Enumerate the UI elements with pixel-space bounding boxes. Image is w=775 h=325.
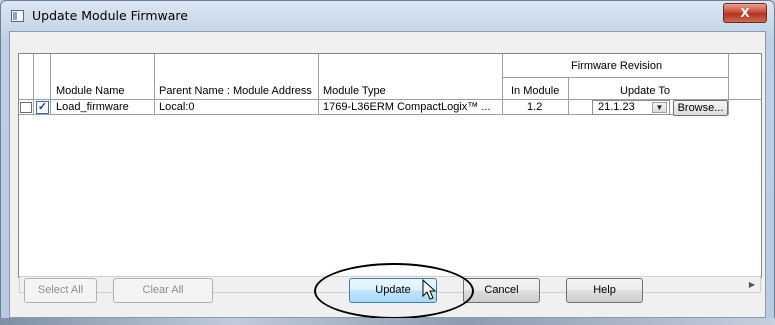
window-icon: [11, 10, 24, 22]
column-divider: [318, 54, 319, 115]
dialog-content: Module Name Parent Name : Module Address…: [9, 31, 766, 318]
header-in-module[interactable]: In Module: [511, 85, 559, 97]
column-divider: [502, 54, 503, 115]
title-bar[interactable]: Update Module Firmware X: [1, 1, 774, 31]
header-module-type[interactable]: Module Type: [323, 85, 386, 97]
column-divider: [154, 54, 155, 115]
update-module-firmware-window: Update Module Firmware X Module Name Par…: [0, 0, 775, 325]
header-parent-name[interactable]: Parent Name : Module Address: [159, 85, 312, 97]
scroll-right-icon[interactable]: ▶: [744, 277, 760, 292]
module-grid[interactable]: Module Name Parent Name : Module Address…: [18, 53, 762, 278]
cell-module-type[interactable]: 1769-L36ERM CompactLogix™ ...: [323, 100, 491, 114]
header-module-name[interactable]: Module Name: [56, 85, 124, 97]
column-divider: [728, 54, 729, 115]
firmware-header-separator: [502, 77, 728, 78]
close-button[interactable]: X: [723, 3, 767, 23]
background-strip: [0, 318, 775, 325]
cell-module-name[interactable]: Load_firmware: [56, 100, 129, 114]
cell-in-module: 1.2: [527, 101, 543, 113]
column-divider: [568, 77, 569, 115]
cell-parent-name[interactable]: Local:0: [159, 100, 194, 114]
select-all-button[interactable]: Select All: [24, 278, 97, 303]
mouse-pointer-icon: [422, 279, 437, 300]
update-to-value: 21.1.23: [598, 101, 635, 113]
column-divider: [50, 54, 51, 115]
column-divider: [33, 54, 34, 115]
cancel-button[interactable]: Cancel: [463, 278, 540, 303]
row-select-checkbox[interactable]: ✓: [36, 101, 49, 114]
update-to-dropdown[interactable]: 21.1.23 ▼: [592, 100, 670, 115]
window-title: Update Module Firmware: [32, 8, 188, 23]
clear-all-button[interactable]: Clear All: [113, 278, 213, 303]
header-firmware-revision: Firmware Revision: [571, 60, 663, 72]
help-button[interactable]: Help: [566, 278, 643, 303]
browse-button[interactable]: Browse...: [673, 100, 728, 116]
row-selector[interactable]: [20, 102, 32, 113]
chevron-down-icon[interactable]: ▼: [652, 102, 667, 113]
header-update-to[interactable]: Update To: [620, 85, 670, 97]
